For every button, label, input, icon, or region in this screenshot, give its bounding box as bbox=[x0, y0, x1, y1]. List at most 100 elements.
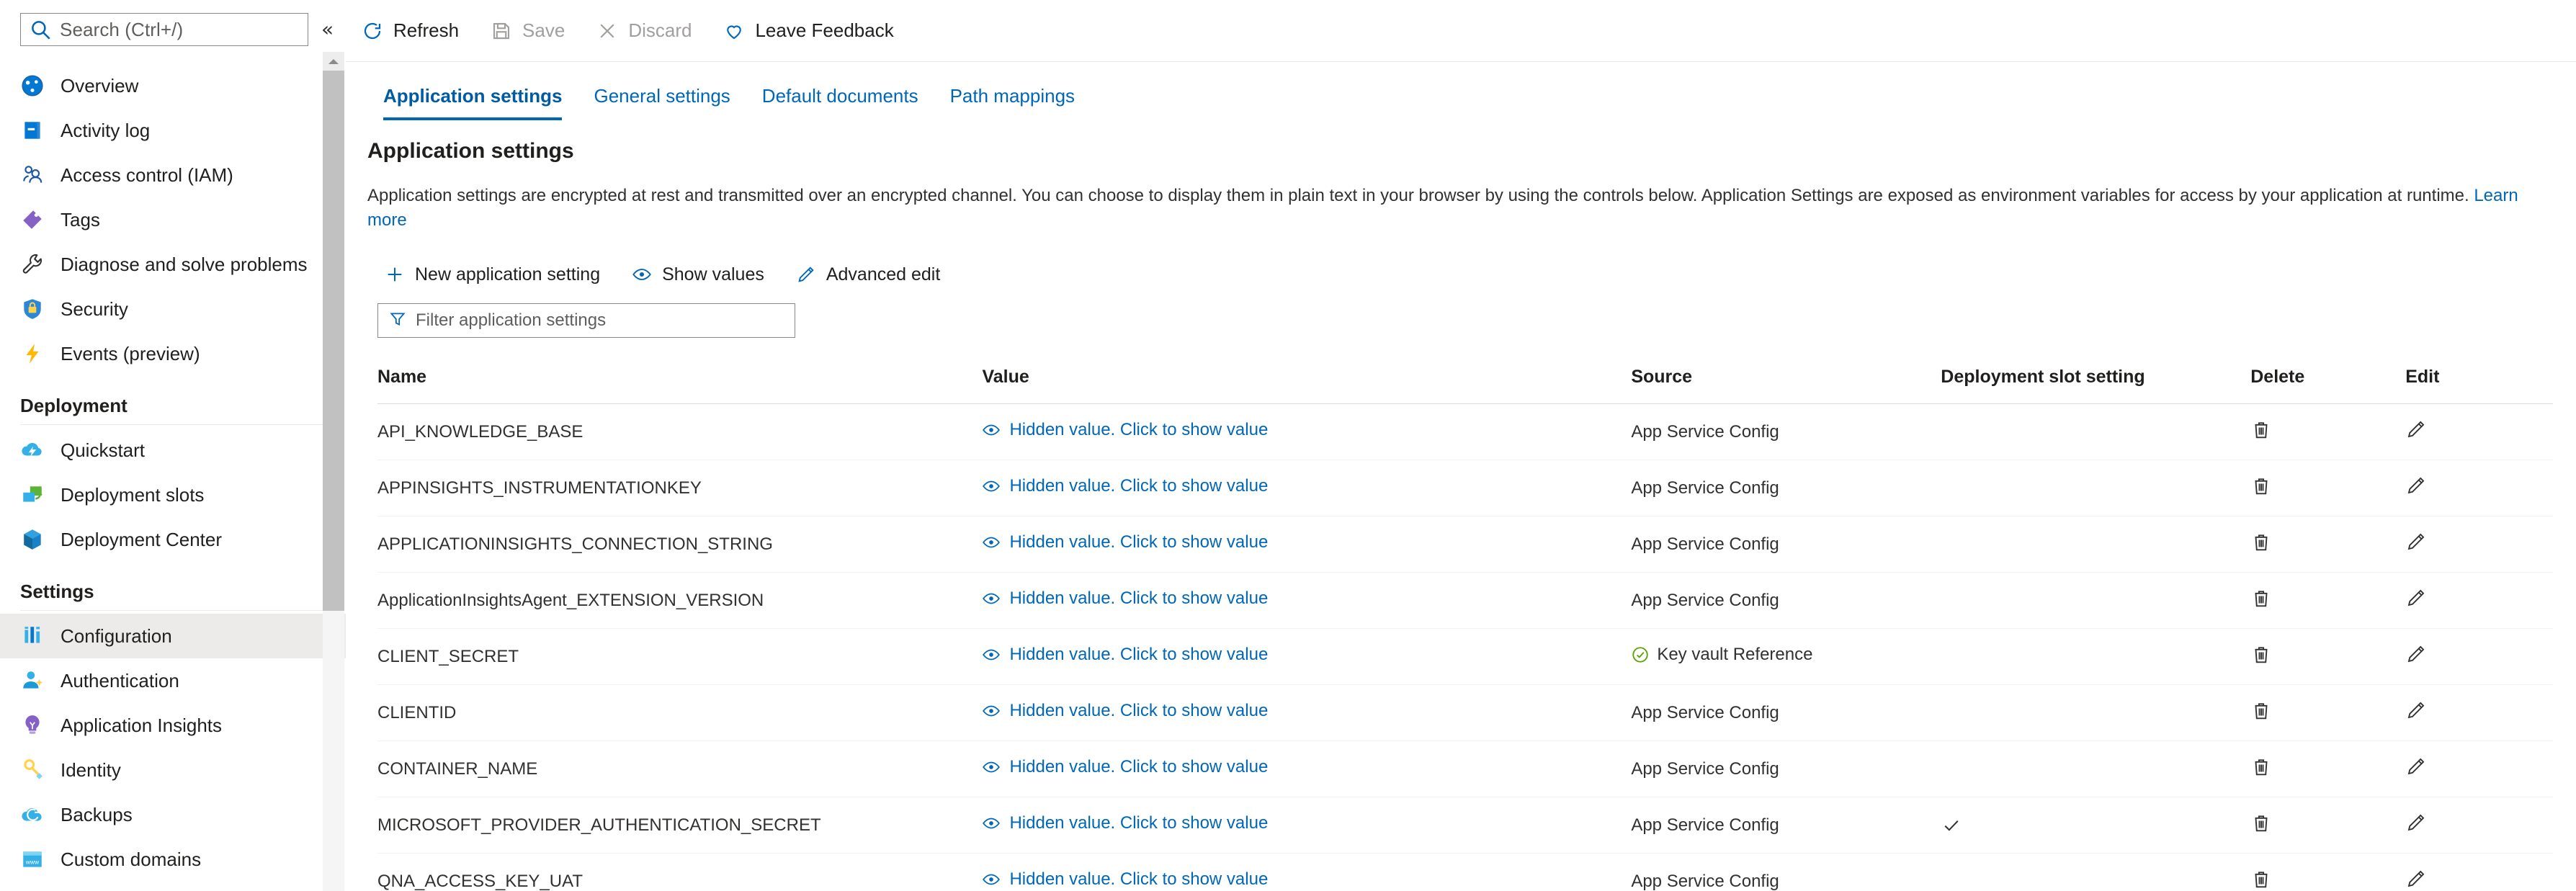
discard-button[interactable]: Discard bbox=[581, 9, 707, 53]
hidden-value-link[interactable]: Hidden value. Click to show value bbox=[982, 701, 1268, 721]
sidebar-item-custom-domains[interactable]: www Custom domains bbox=[0, 837, 346, 882]
save-button[interactable]: Save bbox=[475, 9, 581, 53]
hidden-value-link[interactable]: Hidden value. Click to show value bbox=[982, 532, 1268, 552]
sidebar-scrollbar[interactable] bbox=[323, 52, 344, 891]
edit-pencil-icon[interactable] bbox=[2405, 587, 2427, 609]
hidden-value-link[interactable]: Hidden value. Click to show value bbox=[982, 645, 1268, 665]
delete-cell[interactable] bbox=[2250, 685, 2405, 741]
setting-value-cell[interactable]: Hidden value. Click to show value bbox=[982, 685, 1631, 741]
scrollbar-thumb[interactable] bbox=[323, 71, 344, 611]
sidebar-item-configuration[interactable]: Configuration bbox=[0, 614, 346, 658]
hidden-value-link[interactable]: Hidden value. Click to show value bbox=[982, 420, 1268, 440]
sidebar-item-activity-log[interactable]: Activity log bbox=[0, 108, 346, 153]
tab-path-mappings[interactable]: Path mappings bbox=[934, 78, 1091, 120]
edit-pencil-icon[interactable] bbox=[2405, 756, 2427, 777]
edit-pencil-icon[interactable] bbox=[2405, 812, 2427, 833]
refresh-label: Refresh bbox=[393, 19, 459, 42]
sidebar-item-access-control[interactable]: Access control (IAM) bbox=[0, 153, 346, 197]
tab-default-documents[interactable]: Default documents bbox=[746, 78, 934, 120]
delete-cell[interactable] bbox=[2250, 629, 2405, 685]
delete-cell[interactable] bbox=[2250, 516, 2405, 573]
delete-cell[interactable] bbox=[2250, 854, 2405, 891]
setting-value-cell[interactable]: Hidden value. Click to show value bbox=[982, 854, 1631, 891]
advanced-edit-button[interactable]: Advanced edit bbox=[783, 254, 953, 295]
hidden-value-link[interactable]: Hidden value. Click to show value bbox=[982, 813, 1268, 833]
delete-icon[interactable] bbox=[2250, 756, 2272, 777]
sidebar-item-deployment-center[interactable]: Deployment Center bbox=[0, 517, 346, 562]
edit-cell[interactable] bbox=[2405, 516, 2553, 573]
filter-application-settings-input[interactable]: Filter application settings bbox=[377, 303, 795, 338]
table-row[interactable]: APPINSIGHTS_INSTRUMENTATIONKEYHidden val… bbox=[377, 460, 2553, 516]
sidebar-item-events-preview[interactable]: Events (preview) bbox=[0, 331, 346, 376]
sidebar-item-quickstart[interactable]: Quickstart bbox=[0, 428, 346, 473]
sidebar-item-deployment-slots[interactable]: Deployment slots bbox=[0, 473, 346, 517]
new-application-setting-button[interactable]: New application setting bbox=[372, 254, 613, 295]
table-row[interactable]: MICROSOFT_PROVIDER_AUTHENTICATION_SECRET… bbox=[377, 797, 2553, 854]
table-row[interactable]: ApplicationInsightsAgent_EXTENSION_VERSI… bbox=[377, 573, 2553, 629]
edit-cell[interactable] bbox=[2405, 854, 2553, 891]
search-input[interactable]: Search (Ctrl+/) bbox=[20, 13, 308, 46]
collapse-menu-button[interactable]: « bbox=[321, 19, 334, 40]
edit-cell[interactable] bbox=[2405, 629, 2553, 685]
hidden-value-link[interactable]: Hidden value. Click to show value bbox=[982, 476, 1268, 496]
sidebar-item-authentication[interactable]: Authentication bbox=[0, 658, 346, 703]
edit-pencil-icon[interactable] bbox=[2405, 475, 2427, 496]
hidden-value-link[interactable]: Hidden value. Click to show value bbox=[982, 588, 1268, 609]
edit-cell[interactable] bbox=[2405, 404, 2553, 460]
sidebar-item-overview[interactable]: Overview bbox=[0, 63, 346, 108]
setting-value-cell[interactable]: Hidden value. Click to show value bbox=[982, 573, 1631, 629]
delete-icon[interactable] bbox=[2250, 475, 2272, 496]
edit-pencil-icon[interactable] bbox=[2405, 418, 2427, 440]
delete-cell[interactable] bbox=[2250, 460, 2405, 516]
delete-cell[interactable] bbox=[2250, 404, 2405, 460]
edit-cell[interactable] bbox=[2405, 573, 2553, 629]
tab-application-settings[interactable]: Application settings bbox=[367, 78, 578, 120]
hidden-value-link[interactable]: Hidden value. Click to show value bbox=[982, 757, 1268, 777]
edit-pencil-icon[interactable] bbox=[2405, 699, 2427, 721]
delete-icon[interactable] bbox=[2250, 812, 2272, 833]
svg-text:www: www bbox=[25, 858, 40, 865]
setting-value-cell[interactable]: Hidden value. Click to show value bbox=[982, 741, 1631, 797]
delete-cell[interactable] bbox=[2250, 741, 2405, 797]
sidebar-item-label: Security bbox=[61, 298, 128, 321]
sidebar-item-identity[interactable]: Identity bbox=[0, 748, 346, 792]
tab-general-settings[interactable]: General settings bbox=[578, 78, 746, 120]
sidebar-item-tags[interactable]: Tags bbox=[0, 197, 346, 242]
setting-value-cell[interactable]: Hidden value. Click to show value bbox=[982, 797, 1631, 854]
table-row[interactable]: CLIENTIDHidden value. Click to show valu… bbox=[377, 685, 2553, 741]
leave-feedback-button[interactable]: Leave Feedback bbox=[707, 9, 909, 53]
delete-cell[interactable] bbox=[2250, 573, 2405, 629]
edit-pencil-icon[interactable] bbox=[2405, 643, 2427, 665]
setting-value-cell[interactable]: Hidden value. Click to show value bbox=[982, 404, 1631, 460]
sidebar-item-security[interactable]: Security bbox=[0, 287, 346, 331]
delete-icon[interactable] bbox=[2250, 587, 2272, 609]
sidebar-item-backups[interactable]: Backups bbox=[0, 792, 346, 837]
edit-cell[interactable] bbox=[2405, 741, 2553, 797]
table-row[interactable]: APPLICATIONINSIGHTS_CONNECTION_STRINGHid… bbox=[377, 516, 2553, 573]
sidebar-item-label: Identity bbox=[61, 759, 121, 782]
delete-icon[interactable] bbox=[2250, 868, 2272, 890]
edit-cell[interactable] bbox=[2405, 460, 2553, 516]
setting-value-cell[interactable]: Hidden value. Click to show value bbox=[982, 460, 1631, 516]
table-row[interactable]: CONTAINER_NAMEHidden value. Click to sho… bbox=[377, 741, 2553, 797]
sidebar-item-application-insights[interactable]: Application Insights bbox=[0, 703, 346, 748]
table-row[interactable]: API_KNOWLEDGE_BASEHidden value. Click to… bbox=[377, 404, 2553, 460]
refresh-button[interactable]: Refresh bbox=[346, 9, 475, 53]
hidden-value-link[interactable]: Hidden value. Click to show value bbox=[982, 869, 1268, 890]
show-values-button[interactable]: Show values bbox=[619, 254, 777, 295]
delete-icon[interactable] bbox=[2250, 643, 2272, 665]
scroll-up-arrow-icon[interactable] bbox=[323, 52, 344, 71]
delete-cell[interactable] bbox=[2250, 797, 2405, 854]
delete-icon[interactable] bbox=[2250, 418, 2272, 440]
edit-pencil-icon[interactable] bbox=[2405, 531, 2427, 552]
delete-icon[interactable] bbox=[2250, 531, 2272, 552]
edit-pencil-icon[interactable] bbox=[2405, 868, 2427, 890]
setting-value-cell[interactable]: Hidden value. Click to show value bbox=[982, 629, 1631, 685]
table-row[interactable]: QNA_ACCESS_KEY_UATHidden value. Click to… bbox=[377, 854, 2553, 891]
edit-cell[interactable] bbox=[2405, 797, 2553, 854]
table-row[interactable]: CLIENT_SECRETHidden value. Click to show… bbox=[377, 629, 2553, 685]
sidebar-item-diagnose-and-solve-problems[interactable]: Diagnose and solve problems bbox=[0, 242, 346, 287]
setting-value-cell[interactable]: Hidden value. Click to show value bbox=[982, 516, 1631, 573]
edit-cell[interactable] bbox=[2405, 685, 2553, 741]
delete-icon[interactable] bbox=[2250, 699, 2272, 721]
